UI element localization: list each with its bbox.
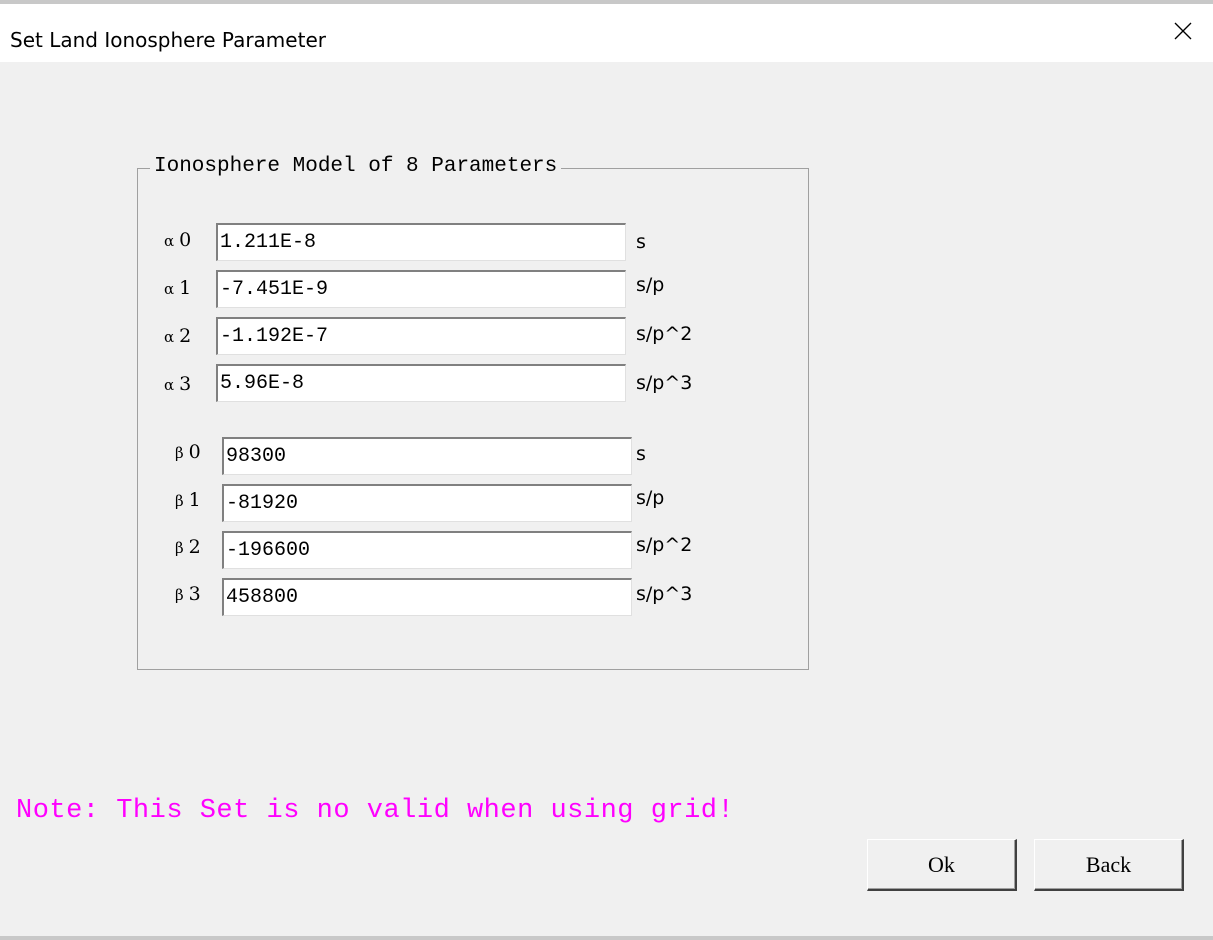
alpha-3-label: α3 xyxy=(164,373,192,395)
alpha-2-unit: s/p^2 xyxy=(636,323,693,345)
alpha-1-input[interactable]: -7.451E-9 xyxy=(216,270,626,308)
window-bottom-border xyxy=(0,936,1213,940)
beta-2-input[interactable]: -196600 xyxy=(222,531,632,569)
title-bar: Set Land Ionosphere Parameter xyxy=(0,4,1213,62)
close-button[interactable] xyxy=(1153,4,1213,62)
beta-1-unit: s/p xyxy=(636,487,665,509)
beta-0-unit: s xyxy=(636,443,646,465)
window-title: Set Land Ionosphere Parameter xyxy=(10,28,326,52)
beta-0-input[interactable]: 98300 xyxy=(222,437,632,475)
beta-2-unit: s/p^2 xyxy=(636,534,693,556)
beta-0-label: β0 xyxy=(175,441,201,463)
close-icon xyxy=(1173,21,1193,46)
dialog-window: Set Land Ionosphere Parameter Ionosphere… xyxy=(0,0,1213,940)
alpha-0-unit: s xyxy=(636,231,646,253)
alpha-2-label: α2 xyxy=(164,325,192,347)
beta-3-unit: s/p^3 xyxy=(636,583,693,605)
beta-3-label: β3 xyxy=(175,583,201,605)
beta-1-input[interactable]: -81920 xyxy=(222,484,632,522)
beta-2-label: β2 xyxy=(175,536,201,558)
ok-button[interactable]: Ok xyxy=(867,839,1017,891)
alpha-3-input[interactable]: 5.96E-8 xyxy=(216,364,626,402)
alpha-1-label: α1 xyxy=(164,277,192,299)
beta-3-input[interactable]: 458800 xyxy=(222,578,632,616)
alpha-3-unit: s/p^3 xyxy=(636,372,693,394)
alpha-2-input[interactable]: -1.192E-7 xyxy=(216,317,626,355)
groupbox-legend: Ionosphere Model of 8 Parameters xyxy=(150,155,562,178)
alpha-0-label: α0 xyxy=(164,229,192,251)
back-button[interactable]: Back xyxy=(1034,839,1184,891)
alpha-1-unit: s/p xyxy=(636,274,665,296)
alpha-0-input[interactable]: 1.211E-8 xyxy=(216,223,626,261)
beta-1-label: β1 xyxy=(175,489,201,511)
grid-warning-note: Note: This Set is no valid when using gr… xyxy=(16,796,735,826)
